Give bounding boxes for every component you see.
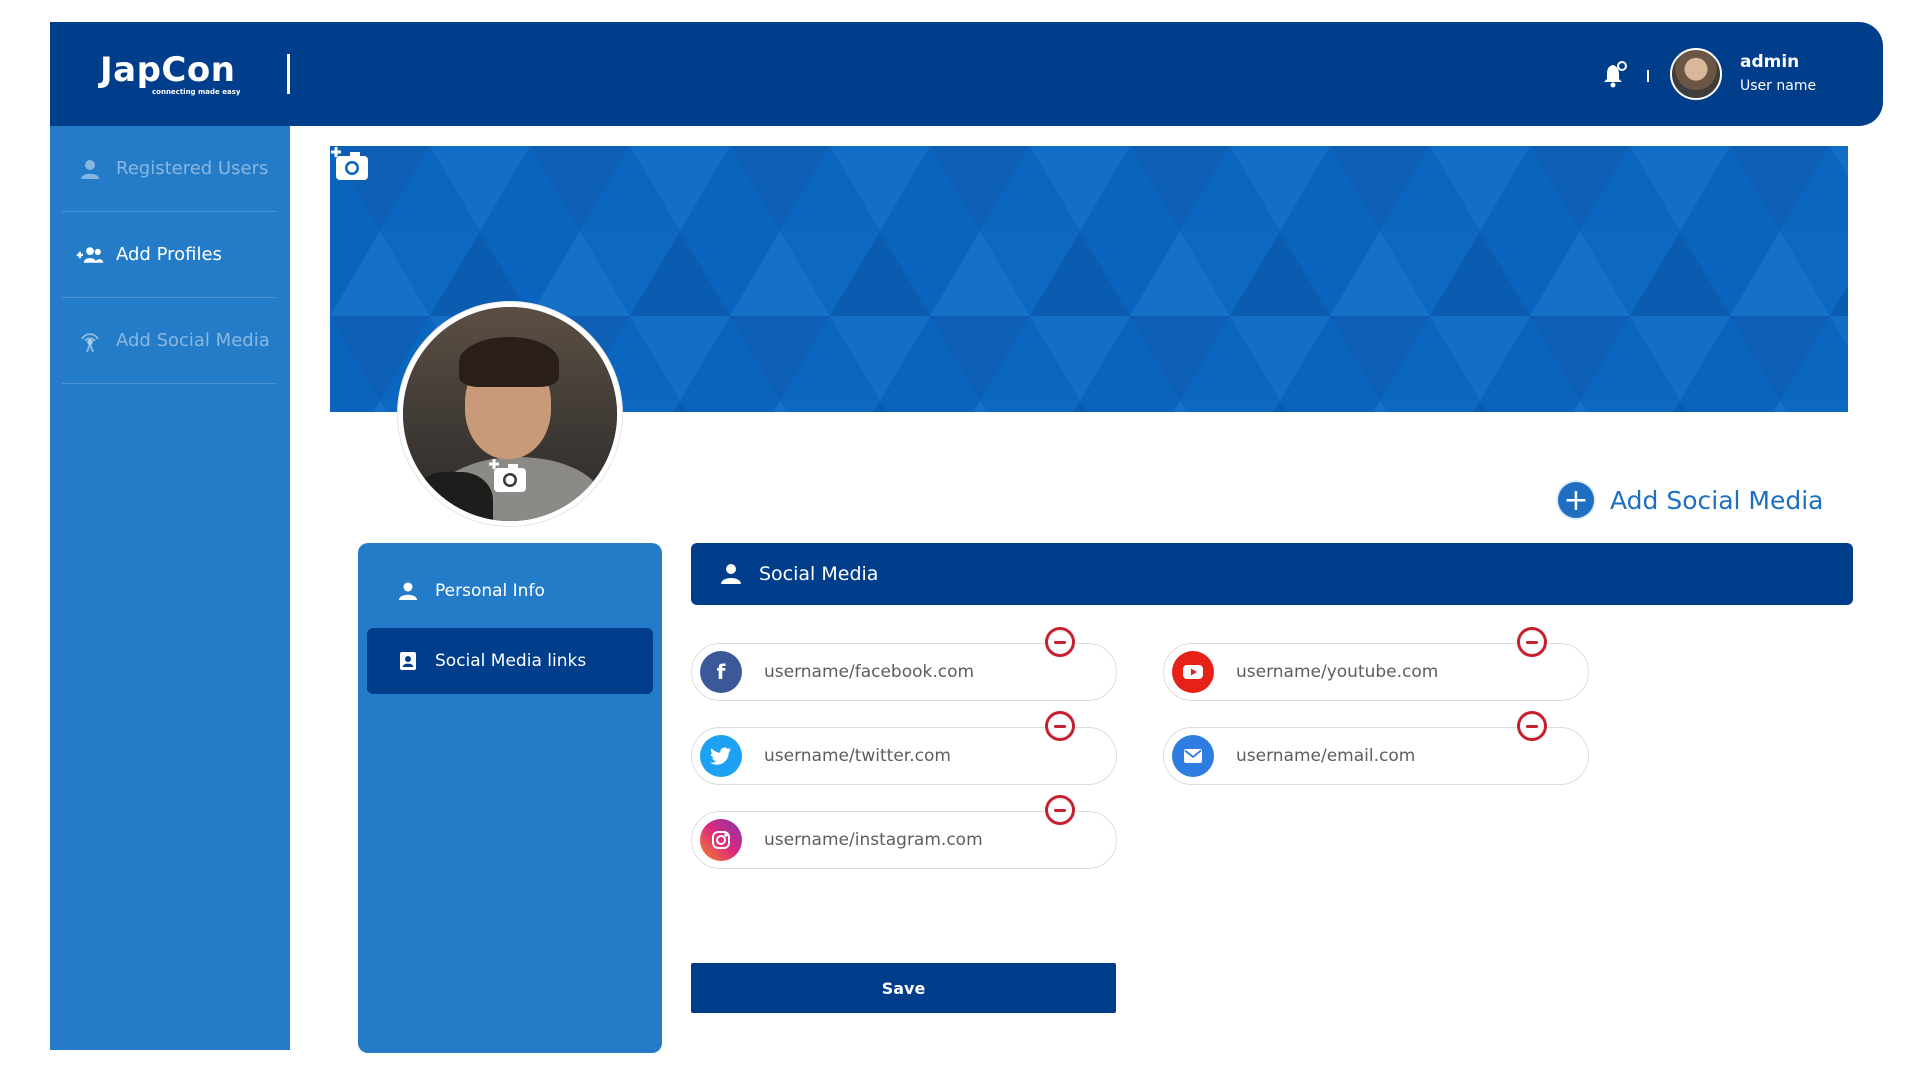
brand-logo[interactable]: JapCon connecting made easy — [100, 50, 240, 96]
change-cover-camera-icon[interactable] — [330, 146, 370, 182]
social-media-section-header: Social Media — [691, 543, 1853, 605]
person-icon — [719, 562, 743, 586]
email-icon — [1172, 735, 1214, 777]
remove-instagram-button[interactable] — [1045, 795, 1075, 825]
instagram-value: username/instagram.com — [764, 830, 983, 850]
remove-email-button[interactable] — [1517, 711, 1547, 741]
instagram-icon — [700, 819, 742, 861]
sidebar-item-label: Add Profiles — [116, 244, 222, 265]
tab-label: Social Media links — [435, 651, 587, 671]
sidebar-item-registered-users[interactable]: Registered Users — [62, 126, 276, 212]
photo-hair — [459, 337, 559, 387]
sidebar-item-label: Registered Users — [116, 158, 269, 179]
person-icon — [397, 580, 419, 602]
person-icon — [76, 158, 104, 180]
sidebar-item-label: Add Social Media — [116, 330, 270, 351]
user-avatar[interactable] — [1670, 48, 1722, 100]
tab-social-media-links[interactable]: Social Media links — [367, 628, 653, 694]
facebook-icon: f — [700, 651, 742, 693]
youtube-value: username/youtube.com — [1236, 662, 1439, 682]
remove-youtube-button[interactable] — [1517, 627, 1547, 657]
add-social-media-button[interactable]: + Add Social Media — [1556, 480, 1824, 520]
add-group-icon — [76, 244, 104, 266]
sidebar-item-add-profiles[interactable]: Add Profiles — [62, 212, 276, 298]
remove-twitter-button[interactable] — [1045, 711, 1075, 741]
user-role: User name — [1740, 78, 1817, 94]
save-button[interactable]: Save — [691, 963, 1116, 1013]
header-separator — [1647, 70, 1649, 82]
twitter-value: username/twitter.com — [764, 746, 951, 766]
section-title: Social Media — [759, 563, 879, 585]
broadcast-icon — [76, 330, 104, 352]
remove-facebook-button[interactable] — [1045, 627, 1075, 657]
top-header: JapCon connecting made easy admin User n… — [50, 22, 1883, 126]
contact-card-icon — [397, 650, 419, 672]
tab-label: Personal Info — [435, 581, 545, 601]
app-root: JapCon connecting made easy admin User n… — [0, 0, 1920, 1080]
user-name: admin — [1740, 52, 1800, 72]
add-social-media-label: Add Social Media — [1610, 485, 1824, 515]
twitter-icon — [700, 735, 742, 777]
brand-tagline: connecting made easy — [152, 88, 241, 96]
header-divider — [287, 54, 290, 94]
notification-bell-icon[interactable] — [1600, 60, 1630, 90]
sidebar-item-add-social-media[interactable]: Add Social Media — [62, 298, 276, 384]
sidebar: Registered Users Add Profiles Add Social… — [50, 126, 290, 1050]
email-value: username/email.com — [1236, 746, 1416, 766]
brand-name: JapCon — [100, 50, 236, 90]
plus-icon: + — [1556, 480, 1596, 520]
change-photo-camera-icon[interactable] — [488, 458, 528, 494]
profile-tabs-panel: Personal Info Social Media links — [358, 543, 662, 1053]
photo-jacket — [413, 472, 493, 521]
facebook-value: username/facebook.com — [764, 662, 975, 682]
youtube-icon — [1172, 651, 1214, 693]
tab-personal-info[interactable]: Personal Info — [367, 558, 653, 624]
